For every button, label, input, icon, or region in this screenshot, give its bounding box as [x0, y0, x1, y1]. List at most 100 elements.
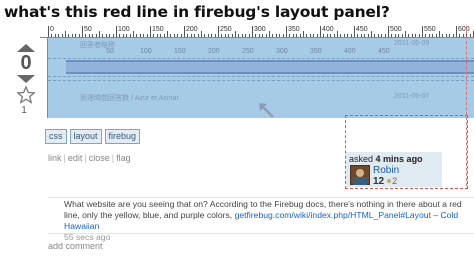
ruler-tick [364, 34, 365, 37]
ruler-tick [153, 34, 154, 37]
ruler-tick [419, 34, 420, 37]
ruler-tick [293, 34, 294, 37]
ruler-tick [58, 34, 59, 37]
tag-layout[interactable]: layout [69, 129, 102, 144]
ruler-tick [218, 26, 219, 37]
ruler-tick [79, 34, 80, 37]
ruler-tick [398, 34, 399, 37]
avatar[interactable] [350, 165, 370, 185]
guide-line [48, 58, 474, 59]
ruler-tick-label: 250 [220, 26, 232, 33]
edit-button[interactable]: edit [68, 153, 83, 163]
ruler-tick [119, 34, 120, 37]
comment: What website are you seeing that on? Acc… [64, 199, 464, 243]
comment-link[interactable]: getfirebug.com/wiki/index.php/HTML_Panel… [235, 210, 431, 220]
ruler-tick [126, 34, 127, 37]
ruler-tick [269, 31, 270, 37]
ruler-tick [136, 34, 137, 37]
ruler-tick [351, 34, 352, 37]
ruler-tick [232, 34, 233, 37]
ruler-tick [102, 34, 103, 37]
vote-down-icon[interactable] [17, 75, 35, 83]
ruler-tick [238, 34, 239, 37]
ruler-tick [344, 34, 345, 37]
ruler-top: 0 50 100 150 200 250 300 350 400 450 500 550 600 [40, 26, 474, 38]
ruler-tick [92, 34, 93, 37]
ruler-tick [374, 34, 375, 37]
ruler-tick [296, 34, 297, 37]
ruler-tick [303, 31, 304, 37]
tag-list: css layout firebug [45, 129, 141, 144]
ruler-tick [116, 26, 117, 37]
ruler-tick [106, 34, 107, 37]
question-screenshot: 0 50 100 150 200 250 300 350 400 450 500 550 600 回答者… [40, 26, 474, 118]
link-button[interactable]: link [48, 153, 62, 163]
ruler-tick [198, 34, 199, 37]
ruler-tick [235, 31, 236, 37]
ruler-tick [191, 34, 192, 37]
ruler-tick [249, 34, 250, 37]
ruler-tick [300, 34, 301, 37]
ruler-tick [340, 34, 341, 37]
ruler-tick [378, 34, 379, 37]
ruler-tick [96, 34, 97, 37]
ruler-tick [368, 34, 369, 37]
tag-css[interactable]: css [45, 129, 67, 144]
ruler-tick [262, 34, 263, 37]
inner-ruler-label: 450 [378, 48, 390, 55]
ruler-tick [62, 34, 63, 37]
owner-card: asked 4 mins ago Robin 12 2 [346, 152, 442, 187]
ruler-tick [415, 34, 416, 37]
ruler-tick [113, 34, 114, 37]
ruler-tick [160, 34, 161, 37]
ruler-tick [252, 26, 253, 37]
ruler-tick [259, 34, 260, 37]
ruler-tick [225, 34, 226, 37]
arrow-annotation-icon [259, 103, 274, 118]
ruler-tick [330, 34, 331, 37]
guide-line [48, 80, 474, 81]
ruler-tick [228, 34, 229, 37]
ruler-tick [371, 31, 372, 37]
favorite-star-icon[interactable] [17, 86, 35, 104]
vote-up-icon[interactable] [17, 44, 35, 52]
ruler-tick [68, 34, 69, 37]
ruler-tick-label: 200 [186, 26, 198, 33]
ruler-tick-label: 150 [152, 26, 164, 33]
ruler-tick [276, 34, 277, 37]
ruler-tick [187, 34, 188, 37]
ruler-left [40, 38, 48, 118]
top-row-right-text: 2011-06-09 [394, 40, 430, 47]
ruler-tick [130, 34, 131, 37]
avatar-body [353, 177, 367, 185]
question-title[interactable]: what's this red line in firebug's layout… [4, 2, 470, 26]
ruler-tick [439, 31, 440, 37]
ruler-tick [317, 34, 318, 37]
ruler-tick [347, 34, 348, 37]
ruler-tick [283, 34, 284, 37]
ruler-tick [453, 34, 454, 37]
add-comment-link[interactable]: add comment [48, 241, 103, 251]
user-name-link[interactable]: Robin [373, 165, 399, 176]
ruler-tick [323, 34, 324, 37]
ruler-tick [425, 34, 426, 37]
reputation-score: 12 [373, 176, 385, 187]
inner-ruler-label: 150 [174, 48, 186, 55]
flag-button[interactable]: flag [116, 153, 131, 163]
ruler-tick [204, 34, 205, 37]
ruler-tick-label: 400 [322, 26, 334, 33]
ruler-tick [402, 34, 403, 37]
tag-firebug[interactable]: firebug [104, 129, 141, 144]
close-button[interactable]: close [89, 153, 110, 163]
ruler-tick-label: 0 [50, 26, 54, 33]
vote-count: 0 [20, 52, 32, 74]
ruler-tick [255, 34, 256, 37]
divider [48, 197, 474, 198]
badge-count: 2 [392, 176, 398, 186]
inner-ruler-label: 400 [344, 48, 356, 55]
ruler-tick-label: 100 [118, 26, 130, 33]
ruler-tick [65, 31, 66, 37]
ruler-tick [170, 34, 171, 37]
ruler-tick [327, 34, 328, 37]
ruler-tick [221, 34, 222, 37]
